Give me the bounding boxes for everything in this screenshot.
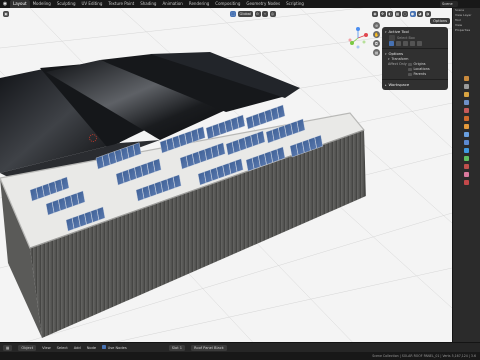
options-dropdown[interactable]: Options bbox=[430, 18, 450, 24]
tab-sculpting[interactable]: Sculpting bbox=[54, 0, 79, 8]
tab-rendering[interactable]: Rendering bbox=[186, 0, 212, 8]
tab-compositing[interactable]: Compositing bbox=[212, 0, 243, 8]
zoom-icon[interactable]: ⊕ bbox=[373, 22, 380, 29]
physics-icon[interactable] bbox=[464, 148, 469, 153]
slot-dropdown[interactable]: Slot 1 bbox=[168, 344, 186, 351]
tab-layout[interactable]: Layout bbox=[10, 0, 30, 8]
tab-geometry-nodes[interactable]: Geometry Nodes bbox=[243, 0, 283, 8]
workspace-title: Workspace bbox=[388, 82, 410, 87]
chevron-down-icon: ▾ bbox=[385, 30, 387, 34]
camera-view-icon[interactable]: ◘ bbox=[373, 40, 380, 47]
data-properties-icon[interactable] bbox=[464, 164, 469, 169]
parents-label: Parents bbox=[413, 72, 427, 76]
modifier-properties-icon[interactable] bbox=[464, 132, 469, 137]
navigation-buttons: ⊕ ✋ ◘ ▦ bbox=[373, 22, 380, 58]
view-layer-icon[interactable] bbox=[464, 100, 469, 105]
affect-only-label: Affect Only bbox=[388, 62, 407, 66]
object-dropdown[interactable]: Object bbox=[18, 344, 37, 351]
blender-logo-icon[interactable]: ◉ bbox=[0, 0, 10, 8]
gizmo-toggle-icon[interactable]: ✥ bbox=[379, 10, 386, 17]
navigation-gizmo-icon[interactable] bbox=[346, 26, 370, 50]
pivot-icon[interactable]: ⊙ bbox=[254, 10, 261, 17]
editor-type-dropdown[interactable]: ▦ bbox=[3, 344, 13, 351]
mode-set-icon[interactable] bbox=[389, 41, 394, 46]
material-selector[interactable]: Roof Panel Black bbox=[191, 344, 227, 351]
object-properties-icon[interactable] bbox=[464, 124, 469, 129]
parents-checkbox[interactable] bbox=[408, 72, 412, 77]
tab-modeling[interactable]: Modeling bbox=[30, 0, 54, 8]
active-tool-title: Active Tool bbox=[388, 29, 409, 34]
constraints-icon[interactable] bbox=[464, 156, 469, 161]
perspective-toggle-icon[interactable]: ▦ bbox=[373, 49, 380, 56]
use-nodes-label: Use Nodes bbox=[107, 345, 127, 350]
scene-selector[interactable]: Scene bbox=[440, 1, 458, 7]
workspace-section: ▸ Workspace bbox=[382, 80, 448, 90]
xray-icon[interactable]: ▦ bbox=[394, 10, 401, 17]
properties-editor: Scene View Layer Tool View Properties bbox=[452, 8, 480, 350]
select-mode-icon[interactable]: ⬚ bbox=[230, 10, 237, 17]
options-title: Options bbox=[388, 51, 404, 56]
scene-properties-icon[interactable] bbox=[464, 108, 469, 113]
world-properties-icon[interactable] bbox=[464, 116, 469, 121]
status-text: Scene Collection | SOLAR ROOF PANEL_01 |… bbox=[372, 354, 476, 358]
mode-subtract-icon[interactable] bbox=[403, 41, 408, 46]
pan-hand-icon[interactable]: ✋ bbox=[373, 31, 380, 38]
use-nodes-checkbox[interactable] bbox=[102, 345, 106, 349]
tool-properties-icon[interactable] bbox=[464, 76, 469, 81]
sidebar-n-panel: ▾ Active Tool Select Box ▾ Options ▾ Transf… bbox=[382, 27, 448, 90]
overlay-icon[interactable]: ◐ bbox=[387, 10, 393, 17]
tab-uv-editing[interactable]: UV Editing bbox=[79, 0, 106, 8]
active-tool-section: ▾ Active Tool Select Box bbox=[382, 27, 448, 49]
solid-shading-icon[interactable]: ● bbox=[409, 10, 416, 17]
proportional-edit-icon[interactable]: ◎ bbox=[269, 10, 276, 17]
visibility-icon[interactable]: ◉ bbox=[372, 10, 378, 17]
mode-invert-icon[interactable] bbox=[410, 41, 415, 46]
render-properties-icon[interactable] bbox=[464, 84, 469, 89]
selection-mode-buttons bbox=[385, 41, 445, 46]
snap-icon[interactable]: ⌁ bbox=[262, 10, 268, 17]
chevron-right-icon: ▸ bbox=[385, 83, 387, 87]
viewport-header: ▣ ⬚ Global ⊙ ⌁ ◎ ◉ ✥ ◐ ▦ ○ ● ◕ ◑ bbox=[0, 8, 452, 19]
top-menu-bar: ◉ Layout Modeling Sculpting UV Editing Textu… bbox=[0, 0, 480, 8]
mode-extend-icon[interactable] bbox=[396, 41, 401, 46]
particles-icon[interactable] bbox=[464, 140, 469, 145]
material-shading-icon[interactable]: ◕ bbox=[417, 10, 423, 17]
view-menu[interactable]: View bbox=[42, 343, 51, 353]
options-section: ▾ Options ▾ Transform Affect Only Origins … bbox=[382, 49, 448, 80]
locations-checkbox[interactable] bbox=[408, 67, 412, 72]
use-nodes-toggle[interactable]: Use Nodes bbox=[102, 343, 127, 353]
status-bar: Scene Collection | SOLAR ROOF PANEL_01 |… bbox=[0, 352, 480, 360]
node-menu[interactable]: Node bbox=[87, 343, 96, 353]
origins-checkbox[interactable] bbox=[408, 62, 412, 67]
transform-orientation-dropdown[interactable]: Global bbox=[237, 10, 253, 17]
active-tool-name: Select Box bbox=[397, 35, 415, 40]
output-properties-icon[interactable] bbox=[464, 92, 469, 97]
3d-viewport[interactable]: ▣ ⬚ Global ⊙ ⌁ ◎ ◉ ✥ ◐ ▦ ○ ● ◕ ◑ Options… bbox=[0, 8, 452, 350]
tab-shading[interactable]: Shading bbox=[137, 0, 159, 8]
tab-animation[interactable]: Animation bbox=[159, 0, 185, 8]
editor-type-icon[interactable]: ▣ bbox=[3, 10, 9, 17]
shader-editor-header: ▦ Object View Select Add Node Use Nodes … bbox=[0, 342, 480, 352]
add-menu[interactable]: Add bbox=[74, 343, 81, 353]
material-properties-icon[interactable] bbox=[464, 172, 469, 177]
texture-properties-icon[interactable] bbox=[464, 180, 469, 185]
workspace-tabs: Layout Modeling Sculpting UV Editing Texture… bbox=[10, 0, 307, 8]
wireframe-shading-icon[interactable]: ○ bbox=[402, 10, 408, 17]
chevron-down-icon: ▾ bbox=[385, 52, 387, 56]
tab-texture-paint[interactable]: Texture Paint bbox=[105, 0, 137, 8]
rendered-shading-icon[interactable]: ◑ bbox=[424, 10, 431, 17]
mode-intersect-icon[interactable] bbox=[417, 41, 422, 46]
select-menu[interactable]: Select bbox=[57, 343, 68, 353]
tab-scripting[interactable]: Scripting bbox=[283, 0, 307, 8]
